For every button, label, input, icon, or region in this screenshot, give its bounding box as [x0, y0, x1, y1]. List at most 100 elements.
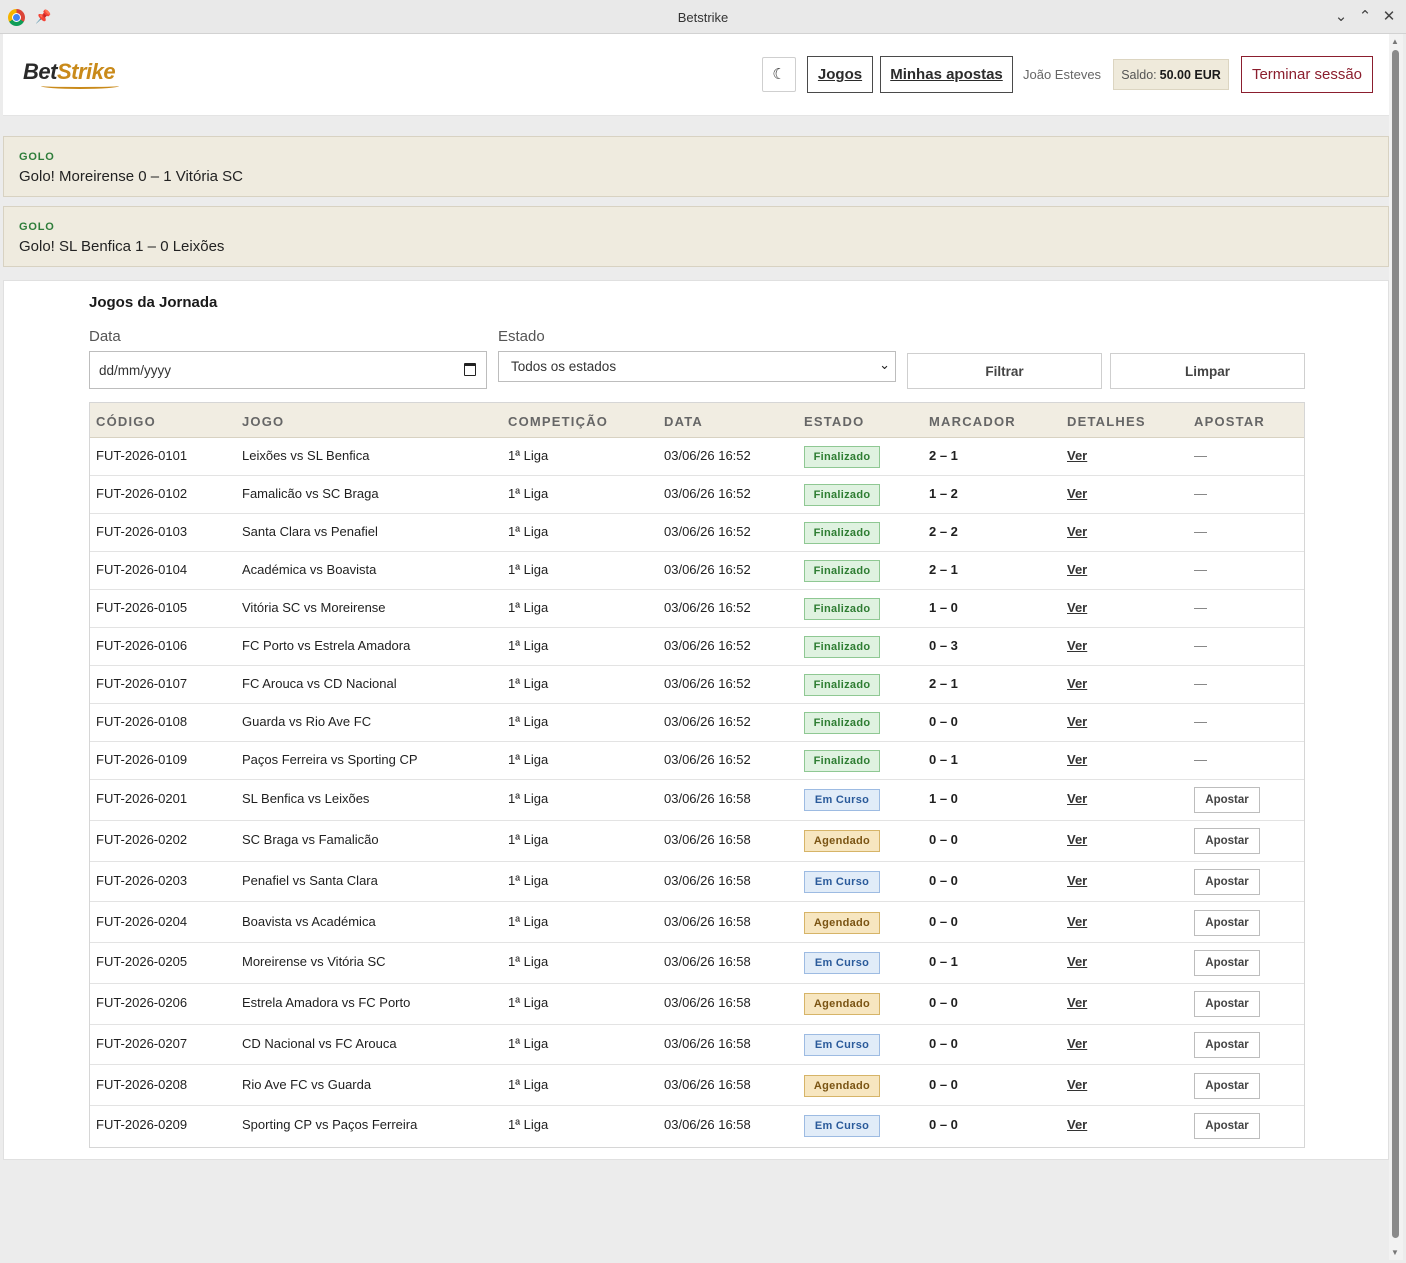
table-row: FUT-2026-0108 Guarda vs Rio Ave FC 1ª Liga…: [90, 704, 1304, 742]
table-row: FUT-2026-0205 Moreirense vs Vitória SC 1ª …: [90, 943, 1304, 984]
matches-card: Jogos da Jornada Data Estado dd/mm/yyyy …: [3, 280, 1389, 1160]
logout-button[interactable]: Terminar sessão: [1241, 56, 1373, 93]
scroll-down-icon[interactable]: ▼: [1391, 1248, 1399, 1257]
bet-unavailable: —: [1194, 752, 1207, 767]
cell-competition: 1ª Liga: [508, 448, 549, 463]
table-row: FUT-2026-0204 Boavista vs Académica 1ª Lig…: [90, 902, 1304, 943]
details-link[interactable]: Ver: [1067, 791, 1087, 806]
apostar-button[interactable]: Apostar: [1194, 909, 1260, 936]
status-select[interactable]: Todos os estados ⌄: [498, 351, 896, 382]
details-link[interactable]: Ver: [1067, 995, 1087, 1010]
cell-match: SC Braga vs Famalicão: [242, 832, 379, 848]
column-header: CÓDIGO: [96, 414, 156, 429]
matches-table: CÓDIGO JOGO COMPETIÇÃO DATA ESTADO MARCA…: [89, 402, 1305, 1148]
apostar-button[interactable]: Apostar: [1194, 787, 1260, 814]
table-row: FUT-2026-0209 Sporting CP vs Paços Ferrei…: [90, 1106, 1304, 1147]
apostar-button[interactable]: Apostar: [1194, 991, 1260, 1018]
cell-competition: 1ª Liga: [508, 832, 549, 848]
cell-score: 0 – 0: [929, 832, 958, 848]
nav-minhas-apostas-button[interactable]: Minhas apostas: [880, 56, 1013, 93]
details-link[interactable]: Ver: [1067, 954, 1087, 969]
cell-score: 0 – 0: [929, 1076, 958, 1092]
cell-competition: 1ª Liga: [508, 486, 549, 501]
nav-jogos-button[interactable]: Jogos: [807, 56, 873, 93]
table-row: FUT-2026-0201 SL Benfica vs Leixões 1ª Lig…: [90, 780, 1304, 821]
details-link[interactable]: Ver: [1067, 562, 1087, 577]
cell-code: FUT-2026-0102: [96, 486, 188, 501]
bet-unavailable: —: [1194, 638, 1207, 653]
logo-text-strike: Strike: [56, 59, 116, 84]
cell-code: FUT-2026-0201: [96, 791, 188, 807]
balance-label: Saldo:: [1121, 67, 1157, 82]
cell-score: 0 – 0: [929, 1035, 958, 1051]
scrollbar-thumb[interactable]: [1392, 50, 1399, 1238]
apostar-button[interactable]: Apostar: [1194, 828, 1260, 855]
cell-code: FUT-2026-0208: [96, 1076, 188, 1092]
details-link[interactable]: Ver: [1067, 676, 1087, 691]
details-link[interactable]: Ver: [1067, 1036, 1087, 1051]
column-header: COMPETIÇÃO: [508, 414, 609, 429]
table-row: FUT-2026-0103 Santa Clara vs Penafiel 1ª L…: [90, 514, 1304, 552]
logo[interactable]: BetStrike: [23, 59, 116, 85]
cell-competition: 1ª Liga: [508, 872, 549, 888]
details-link[interactable]: Ver: [1067, 914, 1087, 929]
cell-score: 0 – 0: [929, 714, 958, 729]
details-link[interactable]: Ver: [1067, 638, 1087, 653]
apostar-button[interactable]: Apostar: [1194, 1072, 1260, 1099]
details-link[interactable]: Ver: [1067, 832, 1087, 847]
details-link[interactable]: Ver: [1067, 752, 1087, 767]
clear-button[interactable]: Limpar: [1110, 353, 1305, 389]
cell-score: 2 – 1: [929, 676, 958, 691]
cell-match: CD Nacional vs FC Arouca: [242, 1035, 397, 1051]
cell-score: 1 – 0: [929, 600, 958, 615]
cell-code: FUT-2026-0108: [96, 714, 188, 729]
scroll-up-icon[interactable]: ▲: [1391, 37, 1399, 46]
status-badge: Finalizado: [804, 598, 880, 620]
minimize-icon[interactable]: ⌄: [1332, 7, 1350, 25]
details-link[interactable]: Ver: [1067, 524, 1087, 539]
status-badge: Finalizado: [804, 484, 880, 506]
apostar-button[interactable]: Apostar: [1194, 950, 1260, 977]
site-header: BetStrike ☾ Jogos Minhas apostas João Es…: [3, 34, 1389, 116]
cell-code: FUT-2026-0209: [96, 1117, 188, 1133]
window-titlebar: 📌 Betstrike ⌄ ⌃ ✕: [0, 0, 1406, 34]
cell-date: 03/06/26 16:52: [664, 676, 751, 691]
cell-code: FUT-2026-0107: [96, 676, 188, 691]
maximize-icon[interactable]: ⌃: [1356, 7, 1374, 25]
table-body: FUT-2026-0101 Leixões vs SL Benfica 1ª Lig…: [90, 438, 1304, 1147]
details-link[interactable]: Ver: [1067, 486, 1087, 501]
bet-unavailable: —: [1194, 562, 1207, 577]
theme-toggle-button[interactable]: ☾: [762, 57, 796, 92]
cell-score: 2 – 1: [929, 562, 958, 577]
apostar-button[interactable]: Apostar: [1194, 868, 1260, 895]
cell-match: Estrela Amadora vs FC Porto: [242, 995, 411, 1011]
notification-tag: GOLO: [19, 221, 55, 233]
cell-code: FUT-2026-0204: [96, 913, 188, 929]
cell-competition: 1ª Liga: [508, 524, 549, 539]
details-link[interactable]: Ver: [1067, 714, 1087, 729]
details-link[interactable]: Ver: [1067, 448, 1087, 463]
details-link[interactable]: Ver: [1067, 1117, 1087, 1132]
table-header: CÓDIGO JOGO COMPETIÇÃO DATA ESTADO MARCA…: [90, 403, 1304, 438]
close-icon[interactable]: ✕: [1380, 7, 1398, 25]
status-badge: Finalizado: [804, 750, 880, 772]
cell-competition: 1ª Liga: [508, 600, 549, 615]
cell-score: 0 – 0: [929, 1117, 958, 1133]
details-link[interactable]: Ver: [1067, 600, 1087, 615]
apostar-button[interactable]: Apostar: [1194, 1113, 1260, 1140]
notification-goal: GOLO Golo! Moreirense 0 – 1 Vitória SC: [3, 136, 1389, 197]
page-scrollbar[interactable]: ▲ ▼: [1389, 34, 1403, 1260]
cell-score: 2 – 1: [929, 448, 958, 463]
date-input[interactable]: dd/mm/yyyy: [89, 351, 487, 389]
cell-competition: 1ª Liga: [508, 676, 549, 691]
filter-button[interactable]: Filtrar: [907, 353, 1102, 389]
details-link[interactable]: Ver: [1067, 1077, 1087, 1092]
status-badge: Em Curso: [804, 1115, 880, 1138]
table-row: FUT-2026-0202 SC Braga vs Famalicão 1ª Lig…: [90, 820, 1304, 862]
calendar-icon[interactable]: [464, 363, 476, 376]
cell-code: FUT-2026-0101: [96, 448, 188, 463]
table-row: FUT-2026-0105 Vitória SC vs Moreirense 1ª …: [90, 590, 1304, 628]
details-link[interactable]: Ver: [1067, 873, 1087, 888]
apostar-button[interactable]: Apostar: [1194, 1031, 1260, 1058]
cell-date: 03/06/26 16:58: [664, 913, 751, 929]
